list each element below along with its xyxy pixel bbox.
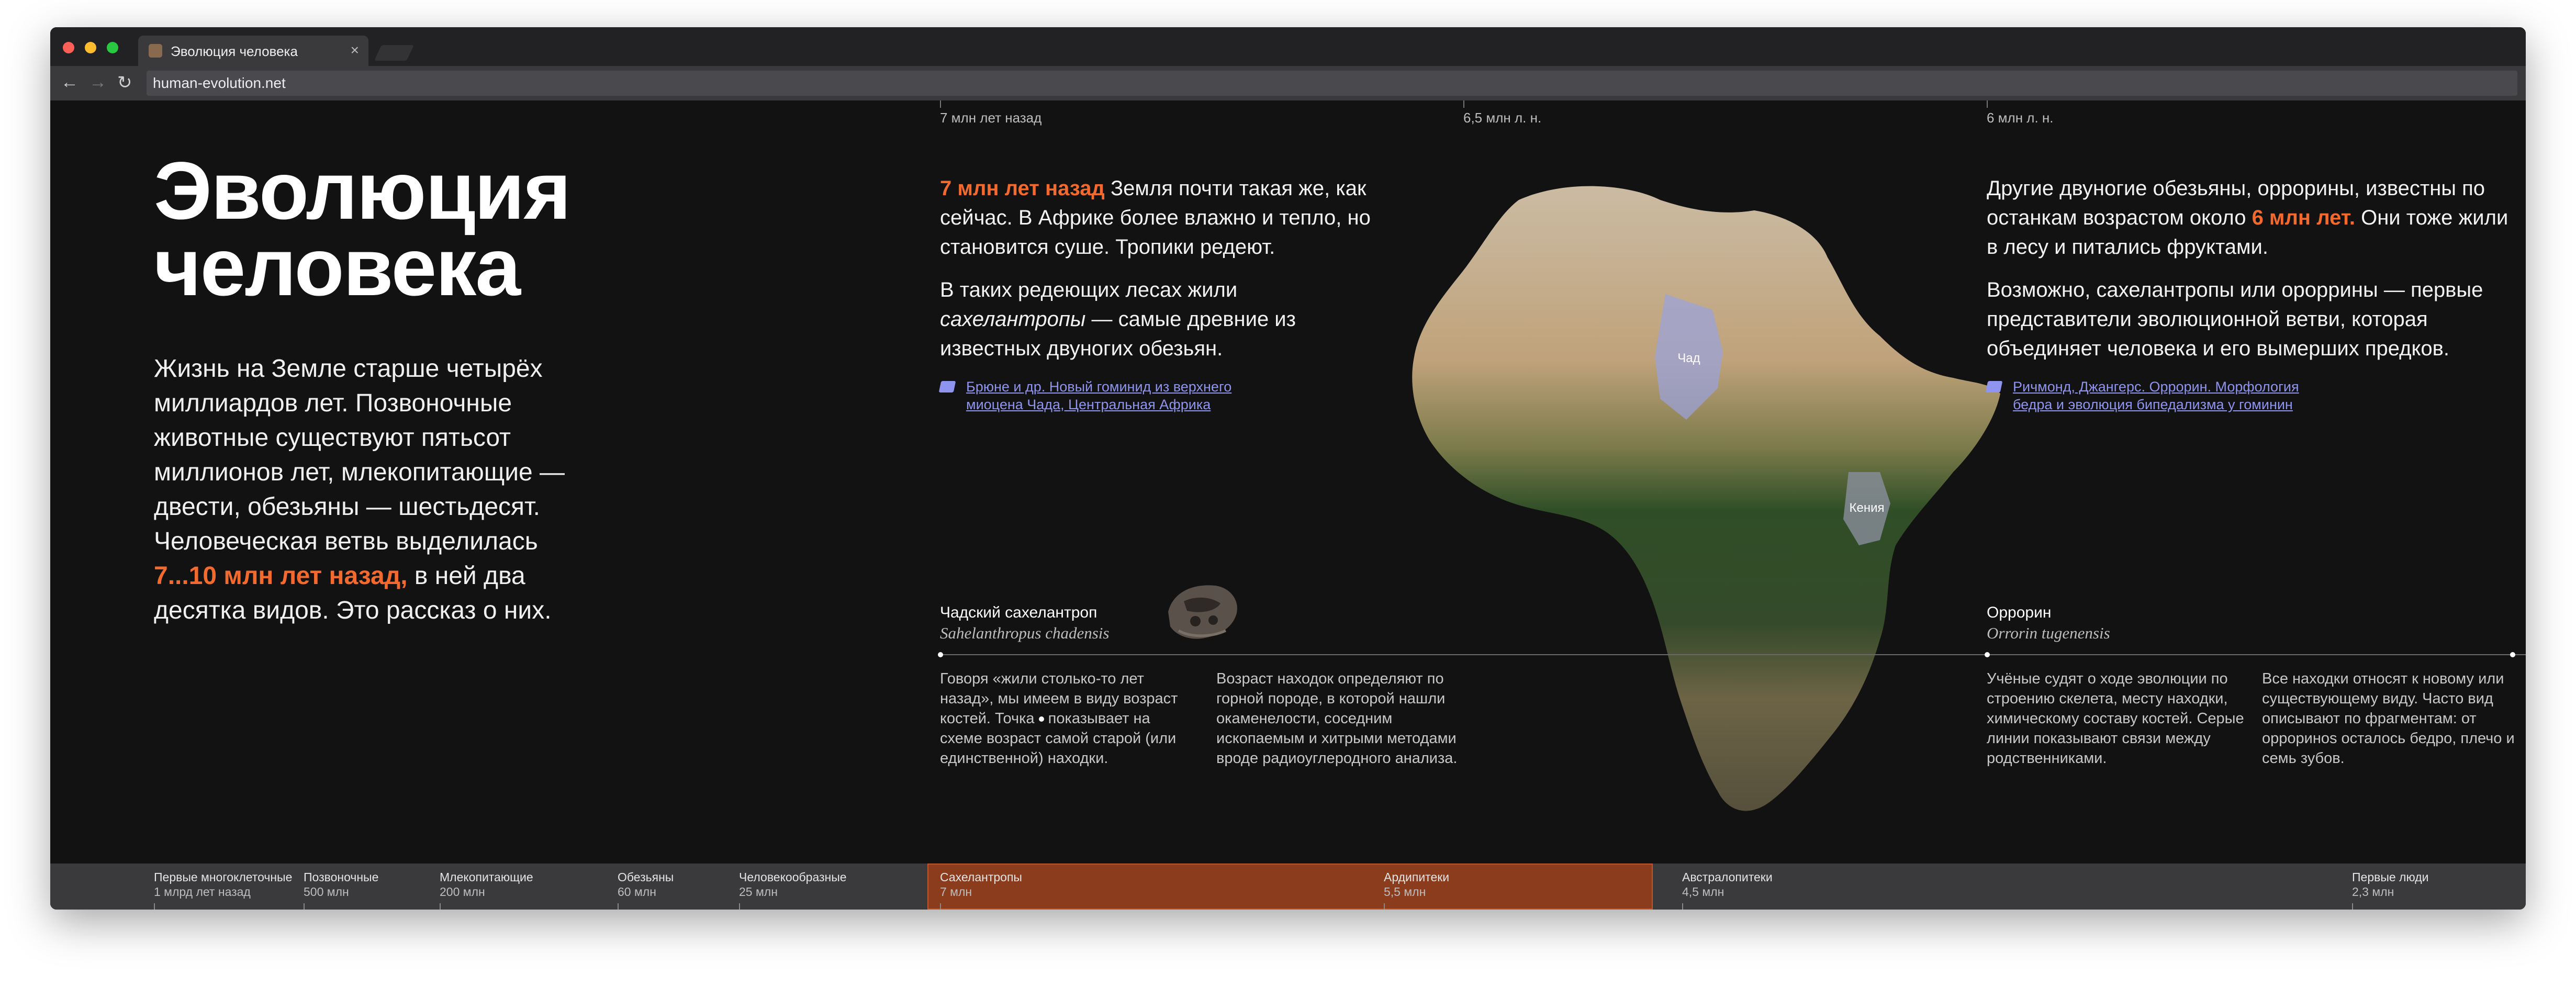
era-name: Обезьяны bbox=[618, 870, 674, 884]
era-tick bbox=[304, 903, 305, 910]
era-item[interactable]: Первые многоклеточные 1 млрд лет назад bbox=[154, 870, 292, 899]
left-highlight: 7 млн лет назад bbox=[940, 177, 1105, 200]
favicon-icon bbox=[149, 44, 162, 58]
era-time: 25 млн bbox=[739, 885, 778, 899]
era-item[interactable]: Сахелантропы 7 млн bbox=[940, 870, 1022, 899]
right-paragraph-1: Другие двуногие обезьяны, оррорины, изве… bbox=[1987, 174, 2510, 262]
note-paragraph: Возраст находок определяют по горной пор… bbox=[1216, 670, 1458, 767]
note-paragraph: Учёные судят о ходе эволюции по строению… bbox=[1987, 670, 2244, 767]
left-paragraph-2: В таких редеющих лесах жили сахелантропы… bbox=[940, 275, 1338, 363]
era-item[interactable]: Первые люди 2,3 млн bbox=[2352, 870, 2428, 899]
era-tick bbox=[2352, 903, 2353, 910]
top-tick-label: 7 млн лет назад bbox=[940, 110, 1042, 126]
timeline-dot[interactable] bbox=[1985, 652, 1990, 657]
era-tick bbox=[1384, 903, 1385, 910]
tab-title: Эволюция человека bbox=[171, 43, 298, 59]
chad-label: Чад bbox=[1677, 351, 1700, 365]
title-bar: Эволюция человека × bbox=[50, 27, 2526, 66]
era-time: 5,5 млн bbox=[1384, 885, 1426, 899]
intro-paragraph: Жизнь на Земле старше четырёх миллиардов… bbox=[154, 352, 604, 628]
era-tick bbox=[154, 903, 155, 910]
url-text: human-evolution.net bbox=[153, 75, 286, 91]
left-text-2-italic: сахелантропы bbox=[940, 308, 1086, 331]
era-tick bbox=[440, 903, 441, 910]
era-name: Австралопитеки bbox=[1682, 870, 1773, 884]
book-icon bbox=[938, 381, 956, 392]
kenya-label: Кения bbox=[1850, 501, 1885, 515]
page-title: Эволюция человека bbox=[154, 150, 571, 308]
right-paragraph-2: Возможно, сахелантропы или ороррины — пе… bbox=[1987, 278, 2483, 360]
note-paragraph: Все находки относят к новому или существ… bbox=[2262, 670, 2515, 767]
era-item[interactable]: Австралопитеки 4,5 млн bbox=[1682, 870, 1773, 899]
browser-tab[interactable]: Эволюция человека × bbox=[138, 36, 368, 66]
era-item[interactable]: Человекообразные 25 млн bbox=[739, 870, 847, 899]
species-latin-name: Sahelanthropus chadensis bbox=[940, 624, 1110, 642]
note-paragraph: Говоря «жили столько-то лет назад», мы и… bbox=[940, 669, 1191, 768]
tab-close-button[interactable]: × bbox=[351, 42, 359, 59]
era-name: Первые люди bbox=[2352, 870, 2429, 884]
address-bar[interactable]: human-evolution.net bbox=[147, 71, 2517, 96]
era-name: Сахелантропы bbox=[940, 870, 1022, 884]
left-paragraph-1: 7 млн лет назад Земля почти такая же, ка… bbox=[940, 174, 1411, 262]
era-time: 60 млн bbox=[618, 885, 656, 899]
left-citation-link[interactable]: Брюне и др. Новый гоминид из верхнего ми… bbox=[966, 378, 1270, 413]
top-tick-label: 6 млн л. н. bbox=[1987, 110, 2054, 126]
era-navigation-bar: Первые многоклеточные 1 млрд лет назад По… bbox=[50, 863, 2526, 910]
timeline-dot[interactable] bbox=[2510, 652, 2515, 657]
africa-map: Чад Кения bbox=[1412, 186, 2000, 811]
forward-arrow-icon[interactable]: → bbox=[89, 72, 107, 93]
new-tab-button[interactable] bbox=[374, 45, 414, 61]
minimize-window-button[interactable] bbox=[85, 42, 96, 53]
top-tick-mark bbox=[1463, 100, 1464, 108]
maximize-window-button[interactable] bbox=[107, 42, 118, 53]
era-name: Позвоночные bbox=[304, 870, 379, 884]
era-tick bbox=[1682, 903, 1683, 910]
skull-fossil-image bbox=[1168, 585, 1237, 639]
era-time: 500 млн bbox=[304, 885, 349, 899]
era-name: Человекообразные bbox=[739, 870, 847, 884]
left-text-2a: В таких редеющих лесах жили bbox=[940, 278, 1238, 301]
reload-icon[interactable]: ↻ bbox=[117, 72, 132, 93]
era-tick bbox=[739, 903, 740, 910]
current-era-range[interactable] bbox=[927, 863, 1653, 910]
browser-window: Эволюция человека × ← → ↻ human-evolutio… bbox=[50, 27, 2526, 910]
era-tick bbox=[940, 903, 941, 910]
page-content: Эволюция человека Жизнь на Земле старше ч… bbox=[50, 100, 2526, 863]
era-name: Млекопитающие bbox=[440, 870, 533, 884]
era-time: 200 млн bbox=[440, 885, 485, 899]
species-latin-name: Orrorin tugenensis bbox=[1987, 624, 2110, 642]
title-line-2: человека bbox=[154, 222, 521, 313]
era-tick bbox=[618, 903, 619, 910]
era-time: 2,3 млн bbox=[2352, 885, 2394, 899]
era-item[interactable]: Млекопитающие 200 млн bbox=[440, 870, 533, 899]
intro-highlight: 7...10 млн лет назад, bbox=[154, 562, 408, 590]
era-time: 4,5 млн bbox=[1682, 885, 1724, 899]
top-tick-mark bbox=[1987, 100, 1988, 108]
top-tick-label: 6,5 млн л. н. bbox=[1463, 110, 1542, 126]
right-citation-link[interactable]: Ричмонд, Джангерс. Оррорин. Морфология б… bbox=[2013, 378, 2327, 413]
era-name: Первые многоклеточные bbox=[154, 870, 293, 884]
era-item[interactable]: Позвоночные 500 млн bbox=[304, 870, 378, 899]
close-window-button[interactable] bbox=[63, 42, 74, 53]
book-icon bbox=[1985, 381, 2003, 392]
browser-toolbar: ← → ↻ human-evolution.net bbox=[50, 66, 2526, 100]
top-tick-mark bbox=[940, 100, 941, 108]
species-name[interactable]: Оррорин bbox=[1987, 604, 2051, 622]
species-timeline-line bbox=[940, 654, 2526, 655]
era-time: 1 млрд лет назад bbox=[154, 885, 251, 899]
era-item[interactable]: Ардипитеки 5,5 млн bbox=[1384, 870, 1449, 899]
era-item[interactable]: Обезьяны 60 млн bbox=[618, 870, 674, 899]
right-highlight: 6 млн лет. bbox=[2252, 206, 2355, 229]
africa-continent bbox=[1412, 186, 2000, 811]
intro-text-1: Жизнь на Земле старше четырёх миллиардов… bbox=[154, 355, 565, 555]
back-arrow-icon[interactable]: ← bbox=[61, 72, 79, 93]
era-time: 7 млн bbox=[940, 885, 972, 899]
timeline-dot[interactable] bbox=[938, 652, 943, 657]
dot-marker-icon bbox=[1038, 716, 1044, 722]
era-name: Ардипитеки bbox=[1384, 870, 1450, 884]
species-name[interactable]: Чадский сахелантроп bbox=[940, 604, 1097, 622]
